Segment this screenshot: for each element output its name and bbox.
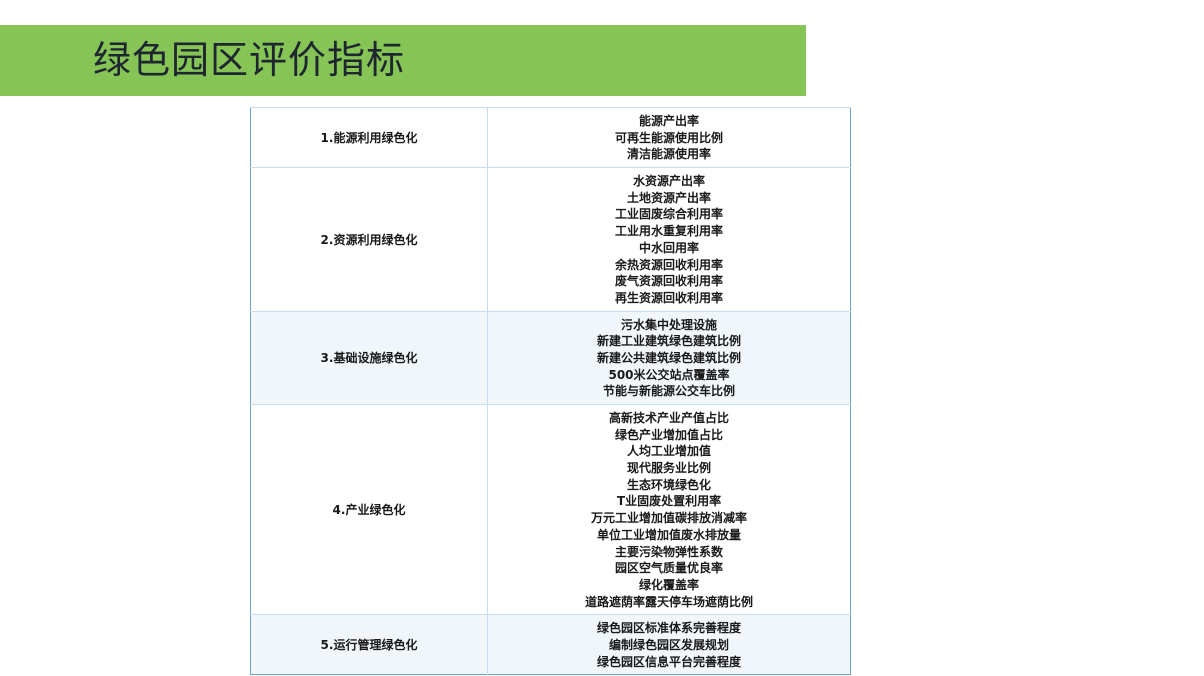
indicator-item: 水资源产出率 — [632, 174, 705, 189]
indicator-item: 污水集中处理设施 — [620, 317, 717, 332]
indicator-item: 工业固废综合利用率 — [614, 207, 723, 222]
indicator-list: 高新技术产业产值占比 绿色产业增加值占比 人均工业增加值 现代服务业比例 生态环境绿色化… — [488, 405, 850, 614]
indicator-item: 新建工业建筑绿色建筑比例 — [596, 334, 741, 349]
indicator-list-cell: 绿色园区标准体系完善程度 编制绿色园区发展规划 绿色园区信息平台完善程度 — [487, 614, 851, 675]
indicator-item: 万元工业增加值碳排放消减率 — [590, 511, 747, 526]
title-banner: 绿色园区评价指标 — [0, 25, 806, 96]
indicator-item: 能源产出率 — [638, 114, 699, 128]
indicator-list-cell: 水资源产出率 土地资源产出率 工业固废综合利用率 工业用水重复利用率 中水回用率余热资源… — [487, 167, 851, 312]
category-cell: 3.基础设施绿色化 — [250, 310, 488, 405]
indicator-item: 500米公交站点覆盖率 — [608, 367, 730, 382]
indicator-item: 土地资源产出率 — [626, 190, 711, 205]
table-row: 1.能源利用绿色化 能源产出率 可再生能源使用比例 清洁能源使用率 — [250, 106, 851, 168]
page-title: 绿色园区评价指标 — [93, 38, 406, 82]
indicator-table: 1.能源利用绿色化 能源产出率 可再生能源使用比例 清洁能源使用率 2.资源利用绿色化水… — [250, 106, 851, 676]
indicator-item: 绿色园区信息平台完善程度 — [596, 654, 741, 669]
table-row: 2.资源利用绿色化 水资源产出率 土地资源产出率 工业固废综合利用率 工业用水重复利用率… — [250, 167, 851, 312]
indicator-item: 可再生能源使用比例 — [614, 130, 723, 145]
indicator-item: 单位工业增加值废水排放量 — [596, 527, 741, 542]
table-row: 5.运行管理绿色化 绿色园区标准体系完善程度 编制绿色园区发展规划 绿色园区信息平台完… — [250, 614, 851, 675]
indicator-item: T业固废处置利用率 — [616, 494, 722, 509]
indicator-list: 绿色园区标准体系完善程度 编制绿色园区发展规划 绿色园区信息平台完善程度 — [488, 615, 850, 674]
indicator-item: 高新技术产业产值占比 — [608, 411, 729, 425]
table-row: 3.基础设施绿色化 污水集中处理设施 新建工业建筑绿色建筑比例 新建公共建筑绿色建筑比… — [250, 310, 851, 405]
indicator-list-cell: 污水集中处理设施新建工业建筑绿色建筑比例 新建公共建筑绿色建筑比例 500米公交站点… — [487, 310, 851, 405]
indicator-item: 生态环境绿色化 — [626, 477, 711, 492]
indicator-item: 道路遮荫率露天停车场遮荫比例 — [584, 594, 753, 609]
indicator-list: 污水集中处理设施新建工业建筑绿色建筑比例 新建公共建筑绿色建筑比例 500米公交站点… — [488, 312, 850, 404]
category-cell: 1.能源利用绿色化 — [250, 106, 488, 168]
indicator-item: 再生资源回收利用率 — [614, 290, 723, 305]
indicator-list: 能源产出率可再生能源使用比例 清洁能源使用率 — [488, 108, 850, 167]
indicator-item: 绿色产业增加值占比 — [614, 427, 723, 442]
indicator-list-cell: 能源产出率可再生能源使用比例 清洁能源使用率 — [487, 106, 851, 168]
table-row: 4.产业绿色化 高新技术产业产值占比 绿色产业增加值占比 人均工业增加值 现代服务业比例… — [250, 403, 851, 615]
indicator-item: 绿化覆盖率 — [638, 577, 699, 592]
indicator-item: 废气资源回收利用率 — [614, 274, 723, 289]
indicator-item: 主要污染物弹性系数 — [614, 544, 723, 559]
indicator-item: 节能与新能源公交车比例 — [602, 384, 735, 399]
indicator-list: 水资源产出率 土地资源产出率 工业固废综合利用率 工业用水重复利用率 中水回用率余热资源… — [488, 168, 850, 311]
indicator-item: 现代服务业比例 — [626, 461, 711, 476]
category-cell: 2.资源利用绿色化 — [250, 167, 488, 312]
indicator-item: 中水回用率 — [638, 240, 699, 255]
indicator-item: 余热资源回收利用率 — [614, 257, 723, 272]
indicator-item: 工业用水重复利用率 — [614, 224, 723, 239]
category-cell: 5.运行管理绿色化 — [250, 614, 488, 675]
indicator-item: 绿色园区标准体系完善程度 — [596, 621, 741, 636]
indicator-table-body: 1.能源利用绿色化 能源产出率 可再生能源使用比例 清洁能源使用率 2.资源利用绿色化水… — [250, 106, 851, 675]
indicator-item: 清洁能源使用率 — [626, 147, 711, 162]
indicator-item: 园区空气质量优良率 — [614, 561, 723, 576]
indicator-list-cell: 高新技术产业产值占比 绿色产业增加值占比 人均工业增加值 现代服务业比例 生态环境绿色化… — [487, 403, 851, 615]
category-cell: 4.产业绿色化 — [250, 403, 488, 615]
indicator-item: 新建公共建筑绿色建筑比例 — [596, 350, 741, 365]
indicator-item: 人均工业增加值 — [626, 444, 711, 459]
indicator-item: 编制绿色园区发展规划 — [608, 637, 729, 652]
